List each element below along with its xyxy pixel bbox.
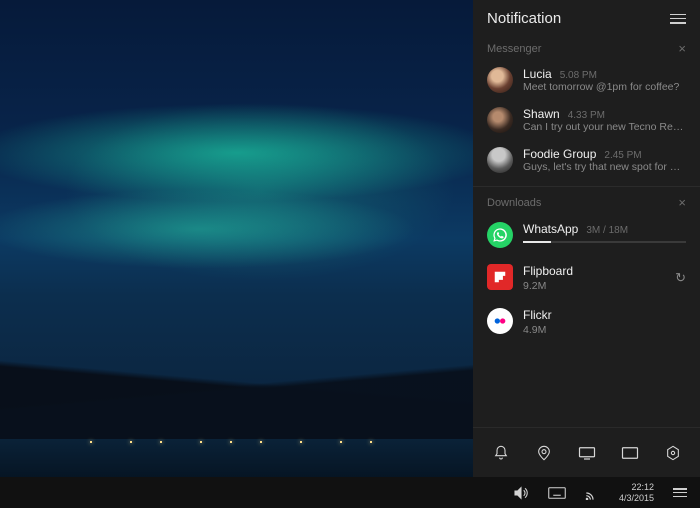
close-icon[interactable]: × — [678, 195, 686, 210]
download-size: 9.2M — [523, 280, 665, 292]
message-time: 2.45 PM — [604, 150, 641, 161]
wallpaper-mountains — [0, 289, 473, 449]
message-preview: Can I try out your new Tecno Remix tab..… — [523, 121, 686, 133]
wallpaper-water — [0, 439, 473, 477]
download-body: Flipboard 9.2M — [523, 264, 665, 292]
volume-icon[interactable] — [511, 483, 531, 503]
message-sender: Lucia — [523, 67, 552, 81]
download-item[interactable]: WhatsApp 3M / 18M — [473, 214, 700, 256]
flipboard-icon — [487, 264, 513, 290]
keyboard-icon[interactable] — [547, 483, 567, 503]
notifications-icon[interactable] — [490, 442, 512, 464]
section-label: Messenger — [487, 43, 541, 55]
panel-menu-icon[interactable] — [670, 14, 686, 24]
taskbar-menu-icon[interactable] — [670, 483, 690, 503]
message-item[interactable]: Lucia 5.08 PM Meet tomorrow @1pm for cof… — [473, 60, 700, 100]
message-time: 4.33 PM — [568, 110, 605, 121]
message-body: Shawn 4.33 PM Can I try out your new Tec… — [523, 107, 686, 133]
download-items: WhatsApp 3M / 18M Flipboard 9.2M ↻ — [473, 214, 700, 344]
message-sender: Shawn — [523, 107, 560, 121]
download-body: Flickr 4.9M — [523, 308, 686, 336]
message-item[interactable]: Foodie Group 2.45 PM Guys, let's try tha… — [473, 140, 700, 180]
clock-time: 22:12 — [631, 482, 654, 493]
section-divider — [473, 186, 700, 187]
tablet-icon[interactable] — [619, 442, 641, 464]
message-body: Lucia 5.08 PM Meet tomorrow @1pm for cof… — [523, 67, 679, 93]
retry-icon[interactable]: ↻ — [675, 270, 686, 286]
cast-icon[interactable] — [583, 483, 603, 503]
messenger-items: Lucia 5.08 PM Meet tomorrow @1pm for cof… — [473, 60, 700, 180]
progress-bar — [523, 241, 686, 243]
section-header-messenger: Messenger × — [473, 35, 700, 60]
settings-icon[interactable] — [662, 442, 684, 464]
message-body: Foodie Group 2.45 PM Guys, let's try tha… — [523, 147, 686, 173]
wallpaper-lights — [0, 429, 473, 443]
action-row — [473, 427, 700, 477]
download-size: 4.9M — [523, 324, 686, 336]
message-item[interactable]: Shawn 4.33 PM Can I try out your new Tec… — [473, 100, 700, 140]
taskbar-clock[interactable]: 22:12 4/3/2015 — [619, 482, 654, 504]
flickr-icon — [487, 308, 513, 334]
whatsapp-icon — [487, 222, 513, 248]
desktop-screen: Notification Messenger × Lucia 5.08 PM M… — [0, 0, 700, 508]
close-icon[interactable]: × — [678, 41, 686, 56]
download-body: WhatsApp 3M / 18M — [523, 222, 686, 243]
message-preview: Meet tomorrow @1pm for coffee? — [523, 81, 679, 93]
section-label: Downloads — [487, 197, 541, 209]
desktop-wallpaper[interactable] — [0, 0, 473, 477]
message-preview: Guys, let's try that new spot for dinner… — [523, 161, 686, 173]
progress-fill — [523, 241, 551, 243]
panel-header: Notification — [473, 0, 700, 35]
display-icon[interactable] — [576, 442, 598, 464]
avatar — [487, 107, 513, 133]
notification-panel: Notification Messenger × Lucia 5.08 PM M… — [473, 0, 700, 477]
download-name: Flipboard — [523, 264, 665, 278]
message-sender: Foodie Group — [523, 147, 596, 161]
avatar — [487, 147, 513, 173]
avatar — [487, 67, 513, 93]
taskbar: 22:12 4/3/2015 — [0, 477, 700, 508]
download-item[interactable]: Flickr 4.9M — [473, 300, 700, 344]
download-item[interactable]: Flipboard 9.2M ↻ — [473, 256, 700, 300]
panel-title: Notification — [487, 10, 561, 27]
clock-date: 4/3/2015 — [619, 493, 654, 504]
download-progress-text: 3M / 18M — [586, 225, 628, 236]
section-header-downloads: Downloads × — [473, 189, 700, 214]
download-name: WhatsApp — [523, 222, 578, 236]
download-name: Flickr — [523, 308, 686, 322]
message-time: 5.08 PM — [560, 70, 597, 81]
location-icon[interactable] — [533, 442, 555, 464]
